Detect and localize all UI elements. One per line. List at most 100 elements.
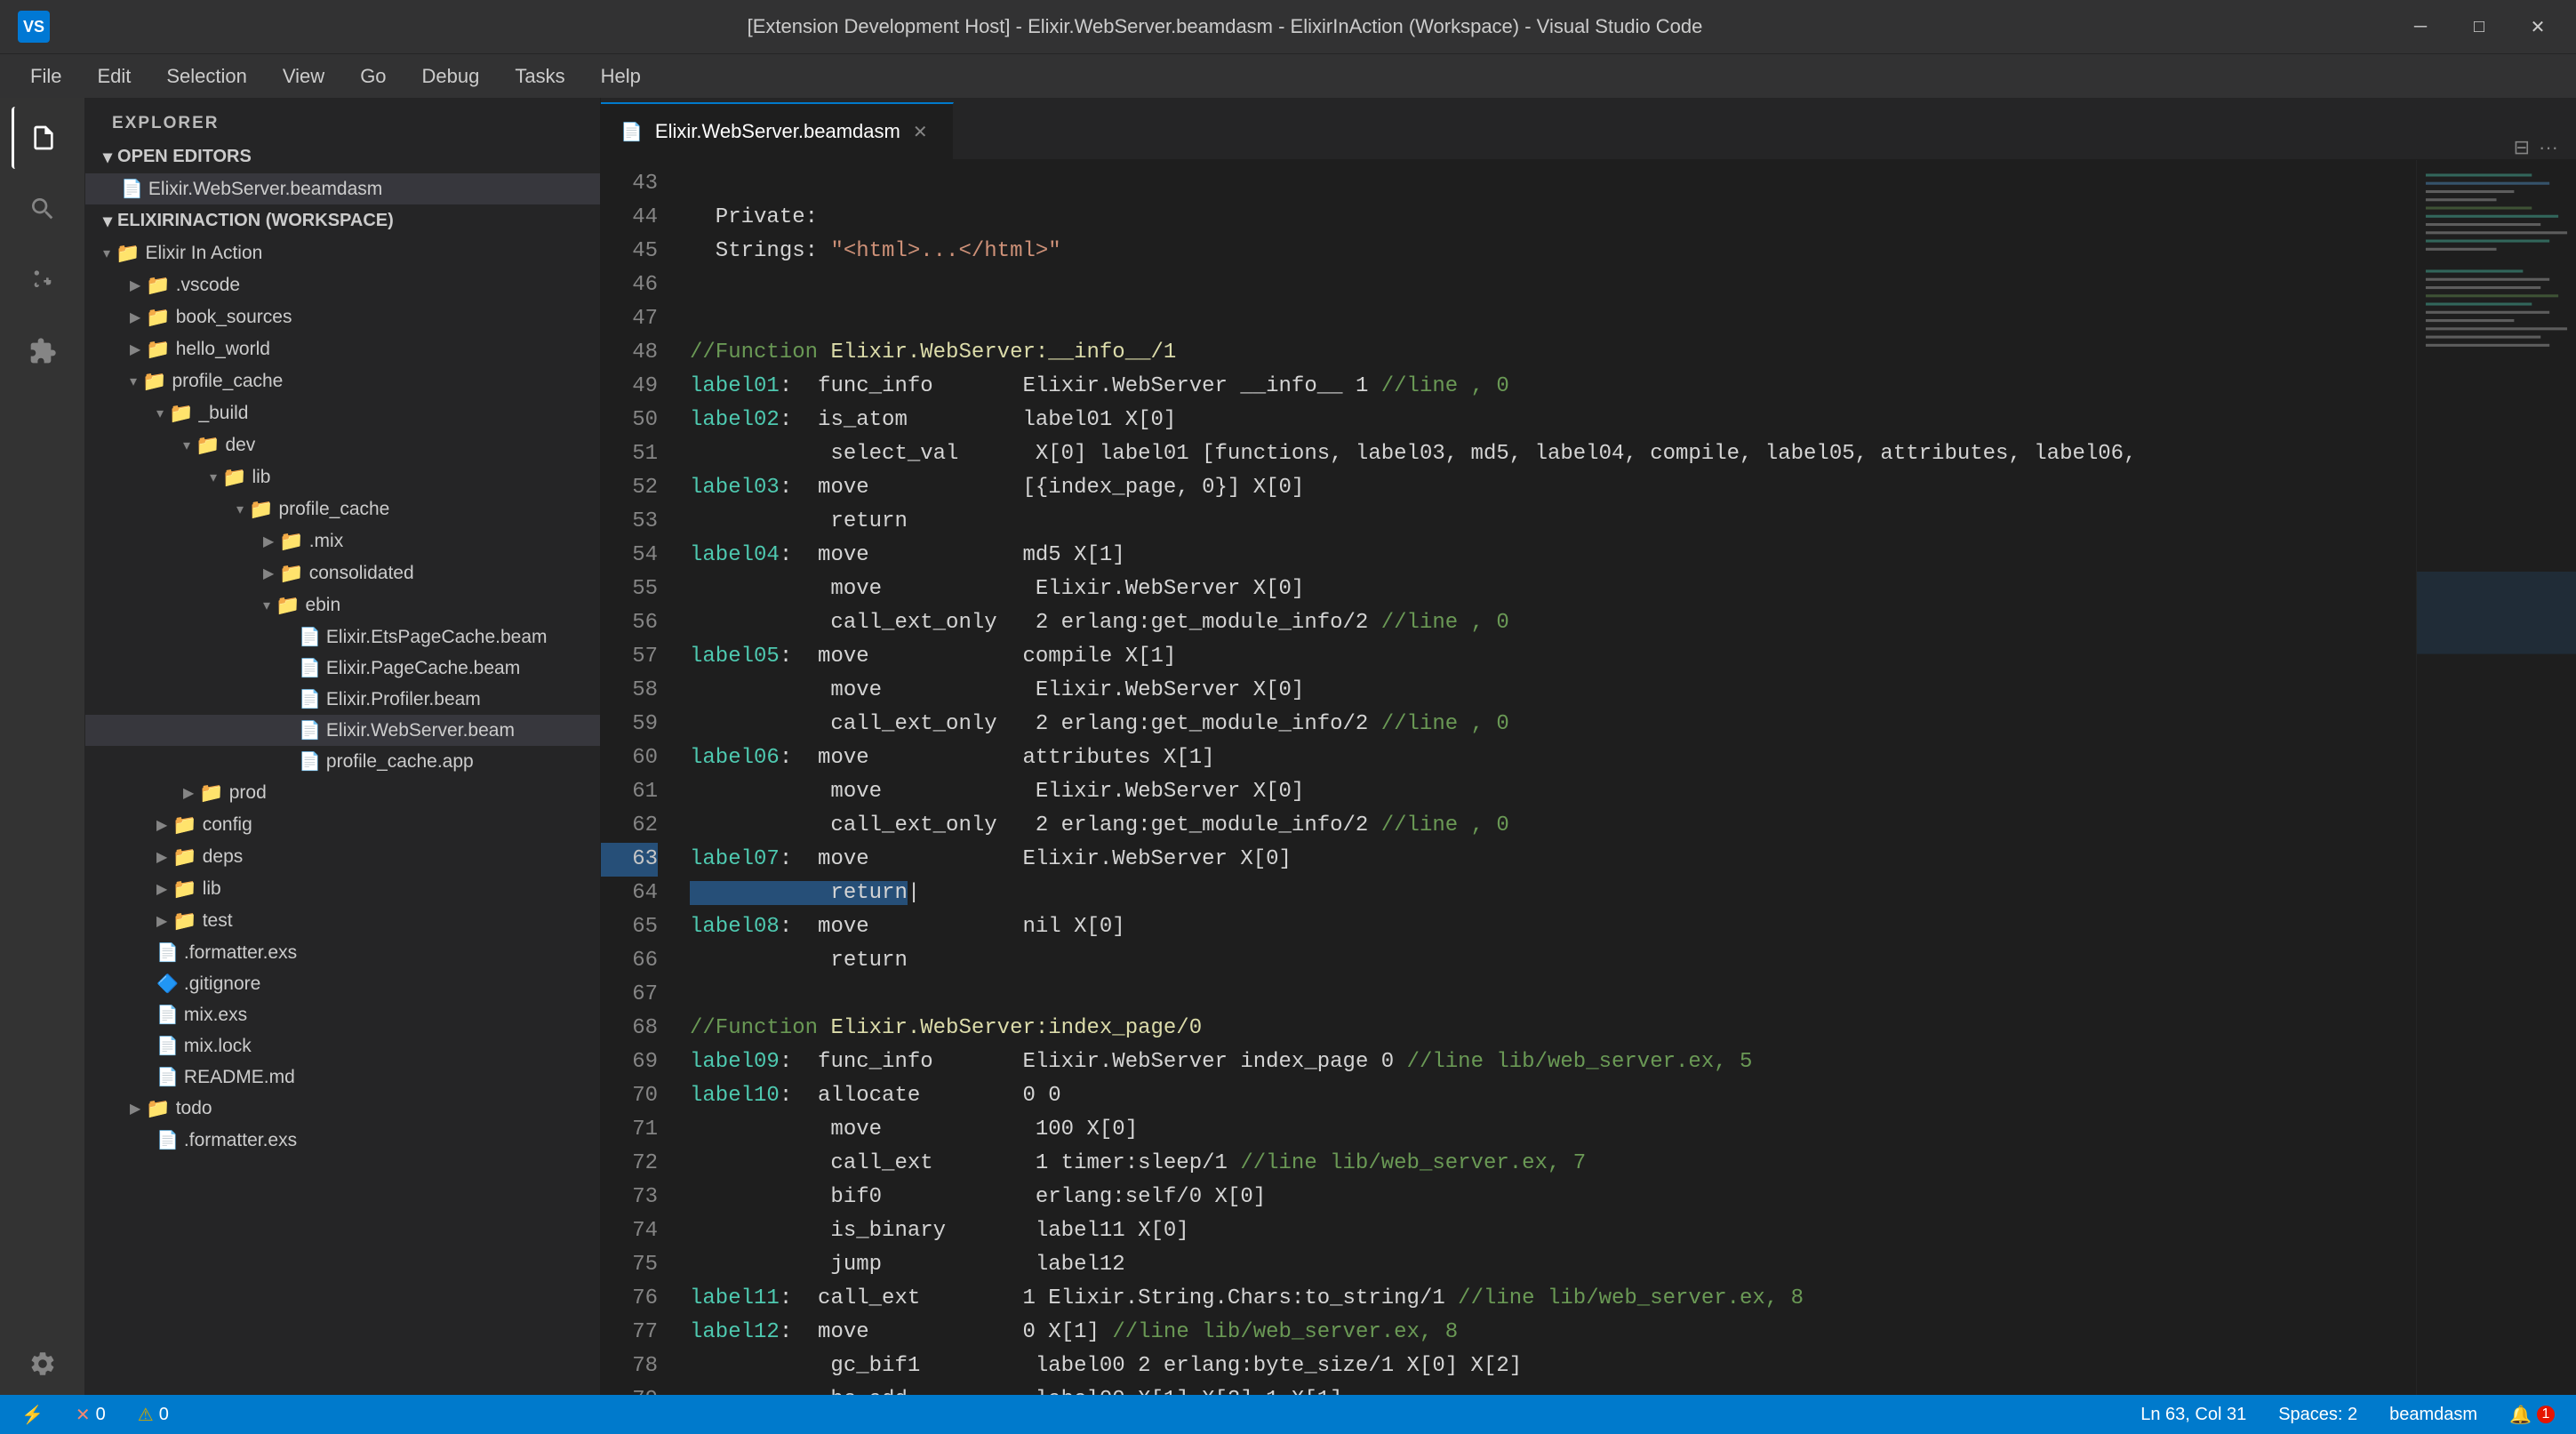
status-bar: ⚡ ✕ 0 ⚠ 0 Ln 63, Col 31 Spaces: 2 beamda… bbox=[0, 1395, 2576, 1434]
explorer-header: EXPLORER bbox=[85, 98, 600, 140]
code-content[interactable]: Private: Strings: "<html>...</html>" //F… bbox=[672, 160, 2416, 1395]
cursor-position[interactable]: Ln 63, Col 31 bbox=[2133, 1403, 2253, 1427]
tree-item-profile-cache2[interactable]: ▾ 📁 profile_cache bbox=[85, 493, 600, 525]
split-editor-button[interactable]: ⊟ bbox=[2514, 136, 2530, 159]
menu-file[interactable]: File bbox=[14, 60, 77, 93]
tree-item-elixir-in-action[interactable]: ▾ 📁 Elixir In Action bbox=[85, 237, 600, 269]
position-text: Ln 63, Col 31 bbox=[2140, 1405, 2246, 1425]
extensions-icon[interactable] bbox=[12, 320, 74, 382]
tree-item-lib[interactable]: ▾ 📁 lib bbox=[85, 461, 600, 493]
tree-label: mix.exs bbox=[184, 1005, 247, 1026]
close-button[interactable]: ✕ bbox=[2517, 11, 2558, 43]
menu-debug[interactable]: Debug bbox=[406, 60, 496, 93]
tree-item-readme[interactable]: 📄 README.md bbox=[85, 1061, 600, 1093]
error-count[interactable]: ✕ 0 bbox=[68, 1402, 113, 1428]
folder-chevron: ▶ bbox=[156, 912, 167, 930]
tree-item-ets-beam[interactable]: 📄 Elixir.EtsPageCache.beam bbox=[85, 621, 600, 653]
test-icon[interactable] bbox=[12, 1262, 74, 1324]
open-file-label: Elixir.WebServer.beamdasm bbox=[148, 179, 382, 200]
tree-item-pagecache-beam[interactable]: 📄 Elixir.PageCache.beam bbox=[85, 653, 600, 684]
explorer-icon[interactable] bbox=[12, 107, 74, 169]
file-icon: 📄 bbox=[299, 688, 321, 710]
menu-help[interactable]: Help bbox=[585, 60, 657, 93]
tree-label: Elixir.PageCache.beam bbox=[326, 658, 520, 679]
tree-item-mix[interactable]: ▶ 📁 .mix bbox=[85, 525, 600, 557]
tree-item-vscode[interactable]: ▶ 📁 .vscode bbox=[85, 269, 600, 301]
menu-view[interactable]: View bbox=[267, 60, 340, 93]
open-file-beamdasm[interactable]: 📄 Elixir.WebServer.beamdasm bbox=[85, 173, 600, 204]
folder-chevron: ▾ bbox=[236, 501, 244, 518]
tree-item-config[interactable]: ▶ 📁 config bbox=[85, 809, 600, 841]
menu-tasks[interactable]: Tasks bbox=[499, 60, 580, 93]
notifications[interactable]: 🔔 1 bbox=[2502, 1402, 2562, 1428]
folder-chevron: ▾ bbox=[210, 469, 217, 486]
tab-filename: Elixir.WebServer.beamdasm bbox=[655, 120, 900, 143]
tab-file-icon: 📄 bbox=[620, 121, 643, 143]
open-editors-label: OPEN EDITORS bbox=[117, 147, 252, 167]
tree-label: test bbox=[203, 910, 233, 932]
tree-item-todo[interactable]: ▶ 📁 todo bbox=[85, 1093, 600, 1125]
tree-item-consolidated[interactable]: ▶ 📁 consolidated bbox=[85, 557, 600, 589]
warning-count[interactable]: ⚠ 0 bbox=[131, 1402, 176, 1428]
tree-item-profile-cache-app[interactable]: 📄 profile_cache.app bbox=[85, 746, 600, 777]
tree-item-mix-exs[interactable]: 📄 mix.exs bbox=[85, 999, 600, 1030]
minimize-button[interactable]: ─ bbox=[2400, 11, 2441, 43]
more-actions-button[interactable]: ··· bbox=[2539, 136, 2558, 159]
warning-number: 0 bbox=[159, 1405, 169, 1425]
folder-icon: 📁 bbox=[249, 498, 273, 521]
language-text: beamdasm bbox=[2389, 1405, 2477, 1425]
folder-icon: 📁 bbox=[169, 402, 193, 425]
search-icon[interactable] bbox=[12, 178, 74, 240]
tree-item-book-sources[interactable]: ▶ 📁 book_sources bbox=[85, 301, 600, 333]
tree-label: lib bbox=[252, 467, 270, 488]
tree-item-deps[interactable]: ▶ 📁 deps bbox=[85, 841, 600, 873]
notification-badge: 1 bbox=[2537, 1406, 2555, 1423]
folder-chevron: ▶ bbox=[156, 816, 167, 834]
folder-chevron: ▾ bbox=[103, 244, 110, 262]
source-control-icon[interactable] bbox=[12, 249, 74, 311]
menu-selection[interactable]: Selection bbox=[150, 60, 263, 93]
tree-item-gitignore[interactable]: 🔷 .gitignore bbox=[85, 968, 600, 999]
code-editor[interactable]: 4344454647 4849505152 5354555657 5859606… bbox=[601, 160, 2576, 1395]
file-icon: 📄 bbox=[299, 719, 321, 741]
tree-label: profile_cache bbox=[278, 499, 389, 520]
folder-icon: 📁 bbox=[172, 877, 196, 901]
tree-item-webserver-beam[interactable]: 📄 Elixir.WebServer.beam bbox=[85, 715, 600, 746]
folder-chevron: ▶ bbox=[130, 1100, 140, 1118]
menu-edit[interactable]: Edit bbox=[81, 60, 147, 93]
indentation[interactable]: Spaces: 2 bbox=[2271, 1403, 2364, 1427]
status-right: Ln 63, Col 31 Spaces: 2 beamdasm 🔔 1 bbox=[2133, 1402, 2562, 1428]
language-mode[interactable]: beamdasm bbox=[2382, 1403, 2484, 1427]
folder-chevron: ▶ bbox=[156, 880, 167, 898]
folder-chevron: ▾ bbox=[130, 373, 137, 390]
file-icon: 🔷 bbox=[156, 973, 179, 995]
folder-icon: 📁 bbox=[116, 242, 140, 265]
tree-item-dev[interactable]: ▾ 📁 dev bbox=[85, 429, 600, 461]
remote-indicator[interactable]: ⚡ bbox=[14, 1402, 51, 1428]
open-editors-section[interactable]: ▾ OPEN EDITORS bbox=[85, 140, 600, 173]
tree-item-profile-cache[interactable]: ▾ 📁 profile_cache bbox=[85, 365, 600, 397]
settings-icon[interactable] bbox=[12, 1333, 74, 1395]
tree-label: .vscode bbox=[176, 275, 240, 296]
workspace-section[interactable]: ▾ ELIXIRINACTION (WORKSPACE) bbox=[85, 204, 600, 237]
tree-item-ebin[interactable]: ▾ 📁 ebin bbox=[85, 589, 600, 621]
tree-item-prod[interactable]: ▶ 📁 prod bbox=[85, 777, 600, 809]
maximize-button[interactable]: □ bbox=[2459, 11, 2500, 43]
file-icon: 📄 bbox=[156, 1066, 179, 1088]
menu-bar: File Edit Selection View Go Debug Tasks … bbox=[0, 53, 2576, 98]
file-icon: 📄 bbox=[156, 1035, 179, 1057]
tree-item-formatter-exs2[interactable]: 📄 .formatter.exs bbox=[85, 1125, 600, 1156]
tree-item-lib2[interactable]: ▶ 📁 lib bbox=[85, 873, 600, 905]
tree-item-profiler-beam[interactable]: 📄 Elixir.Profiler.beam bbox=[85, 684, 600, 715]
minimap bbox=[2416, 160, 2576, 1395]
tab-close-button[interactable]: ✕ bbox=[913, 121, 928, 143]
folder-chevron: ▶ bbox=[263, 565, 274, 582]
menu-go[interactable]: Go bbox=[344, 60, 402, 93]
tree-item-test[interactable]: ▶ 📁 test bbox=[85, 905, 600, 937]
editor-tab-beamdasm[interactable]: 📄 Elixir.WebServer.beamdasm ✕ bbox=[601, 102, 954, 159]
tree-item-formatter-exs[interactable]: 📄 .formatter.exs bbox=[85, 937, 600, 968]
tree-item-mix-lock[interactable]: 📄 mix.lock bbox=[85, 1030, 600, 1061]
tree-item-build[interactable]: ▾ 📁 _build bbox=[85, 397, 600, 429]
window-controls: ─ □ ✕ bbox=[2400, 11, 2558, 43]
tree-item-hello-world[interactable]: ▶ 📁 hello_world bbox=[85, 333, 600, 365]
